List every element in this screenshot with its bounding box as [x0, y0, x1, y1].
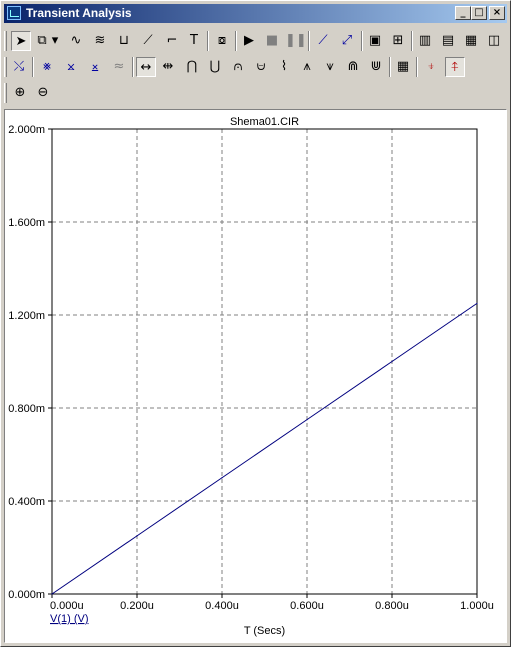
cursor-data-points-icon[interactable]: ⤯	[9, 57, 29, 77]
vertical-grid-icon[interactable]: ▥	[415, 31, 435, 51]
maximize-button[interactable]: □	[471, 6, 487, 20]
toolbar-grip[interactable]	[4, 57, 7, 77]
plot-area[interactable]: 0.000u 0.200u 0.400u 0.600u 0.800u 1.000u 0.00…	[4, 109, 507, 643]
close-button[interactable]: ×	[489, 6, 505, 20]
run-icon[interactable]: ▶	[239, 31, 259, 51]
toolbar-grip[interactable]	[4, 31, 7, 51]
peak-curve-icon[interactable]: ⋂	[182, 57, 202, 77]
toolbar-row-1: ➤ ⧉ ▾ ∿ ≋ ⊔ ⟋ ⌐ T ⧇ ▶ ■ ❚❚ ⟋ ⤢ ▣ ⊞ ▥ ▤ ▦ ◫	[4, 29, 507, 55]
toolbar-grip[interactable]	[4, 83, 7, 103]
data-point	[391, 360, 393, 363]
x-axis-label: T (Secs)	[244, 625, 285, 637]
low-icon[interactable]: ⩁	[251, 57, 271, 77]
shape-select-icon[interactable]: ⧉	[32, 31, 52, 51]
toolbar-separator	[416, 57, 418, 77]
toolbar-separator	[361, 31, 363, 51]
frame-icon[interactable]: ▣	[365, 31, 385, 51]
toolbar-separator	[132, 57, 134, 77]
window-title: Transient Analysis	[26, 6, 132, 20]
properties-icon[interactable]: ⧇	[212, 31, 232, 51]
zoom-in-icon[interactable]: ⊕	[10, 83, 30, 103]
slope-icon[interactable]: ⟋	[138, 31, 158, 51]
series-legend-label[interactable]: V(1) (V)	[50, 613, 89, 625]
cursor-midpoint-icon[interactable]: ⇹	[158, 57, 178, 77]
data-point	[221, 477, 223, 479]
select-arrow-icon[interactable]: ➤	[11, 31, 31, 51]
minor-grid-icon[interactable]: ▦	[461, 31, 481, 51]
x-tick-label: 0.600u	[290, 600, 324, 612]
y-tick-label: 0.000m	[8, 589, 45, 601]
app-icon[interactable]	[7, 6, 21, 20]
data-point	[136, 535, 138, 537]
y-tick-label: 2.000m	[8, 124, 45, 136]
title-bar[interactable]: Transient Analysis _ □ ×	[4, 4, 507, 23]
grid-icon[interactable]: ⊞	[388, 31, 408, 51]
toolbar-row-3: ⊕ ⊖	[4, 81, 507, 107]
text-tool-icon[interactable]: T	[184, 31, 204, 51]
bottom-icon[interactable]: ⋓	[366, 57, 386, 77]
waveform-icon[interactable]: ∿	[66, 31, 86, 51]
table-icon[interactable]: ▦	[393, 57, 413, 77]
x-tick-label: 0.400u	[205, 600, 239, 612]
toolbar-row-2: ⤯ ⨳ ⨲ ⨱ ≈ ↔ ⇹ ⋂ ⋃ ⩀ ⩁ ⌇ ⩚ ⩛ ⋒ ⋓ ▦ ⍖ ⍏	[4, 55, 507, 81]
toolbar-separator	[308, 31, 310, 51]
inflection-icon[interactable]: ⌇	[274, 57, 294, 77]
zoom-out-icon[interactable]: ⊖	[33, 83, 53, 103]
transient-analysis-window: Transient Analysis _ □ × ➤ ⧉ ▾ ∿ ≋ ⊔ ⟋ ⌐ T ⧇ ▶ ■ ❚❚ ⟋…	[0, 0, 511, 647]
y-tick-label: 0.400m	[8, 496, 45, 508]
peak-icon[interactable]: ⨲	[61, 57, 81, 77]
pause-icon[interactable]: ❚❚	[285, 31, 307, 51]
series-line-0	[51, 302, 478, 595]
tag-vertical-icon[interactable]: ⍖	[421, 57, 441, 77]
global-high-icon[interactable]: ⩚	[297, 57, 317, 77]
y-tick-label: 1.200m	[8, 310, 45, 322]
data-point	[306, 419, 308, 421]
dropdown-arrow-icon[interactable]: ▾	[50, 31, 60, 51]
valley-icon[interactable]: ⨱	[85, 57, 105, 77]
point-line-icon[interactable]: ⤢	[337, 31, 357, 51]
plot-border	[51, 128, 478, 595]
y-tick-label: 0.800m	[8, 403, 45, 415]
step-icon[interactable]: ⌐	[162, 31, 182, 51]
next-simulation-icon[interactable]: ⨳	[37, 57, 57, 77]
data-point	[476, 302, 478, 304]
branch-icon[interactable]: ≈	[109, 57, 129, 77]
toolbar-separator	[235, 31, 237, 51]
x-tick-label: 0.200u	[120, 600, 154, 612]
high-icon[interactable]: ⩀	[228, 57, 248, 77]
x-tick-label: 0.800u	[375, 600, 409, 612]
transient-chart[interactable]: 0.000u 0.200u 0.400u 0.600u 0.800u 1.000u 0.00…	[5, 110, 506, 642]
x-tick-label: 0.000u	[50, 600, 84, 612]
tag-horizontal-icon[interactable]: ⍏	[445, 57, 465, 77]
global-low-icon[interactable]: ⩛	[320, 57, 340, 77]
split-grid-icon[interactable]: ◫	[484, 31, 504, 51]
bracket-icon[interactable]: ⊔	[114, 31, 134, 51]
toolbar-separator	[389, 57, 391, 77]
y-tick-label: 1.600m	[8, 217, 45, 229]
chart-title: Shema01.CIR	[230, 116, 299, 128]
toolbar-separator	[207, 31, 209, 51]
waveform-sum-icon[interactable]: ≋	[90, 31, 110, 51]
data-point	[51, 593, 53, 595]
stop-icon[interactable]: ■	[262, 31, 282, 51]
x-tick-label: 1.000u	[460, 600, 494, 612]
line-tool-icon[interactable]: ⟋	[313, 31, 333, 51]
valley-curve-icon[interactable]: ⋃	[205, 57, 225, 77]
toolbar-separator	[411, 31, 413, 51]
minimize-button[interactable]: _	[455, 6, 471, 20]
cursor-left-right-icon[interactable]: ↔	[136, 57, 156, 77]
toolbar-separator	[32, 57, 34, 77]
top-icon[interactable]: ⋒	[343, 57, 363, 77]
horizontal-grid-icon[interactable]: ▤	[438, 31, 458, 51]
